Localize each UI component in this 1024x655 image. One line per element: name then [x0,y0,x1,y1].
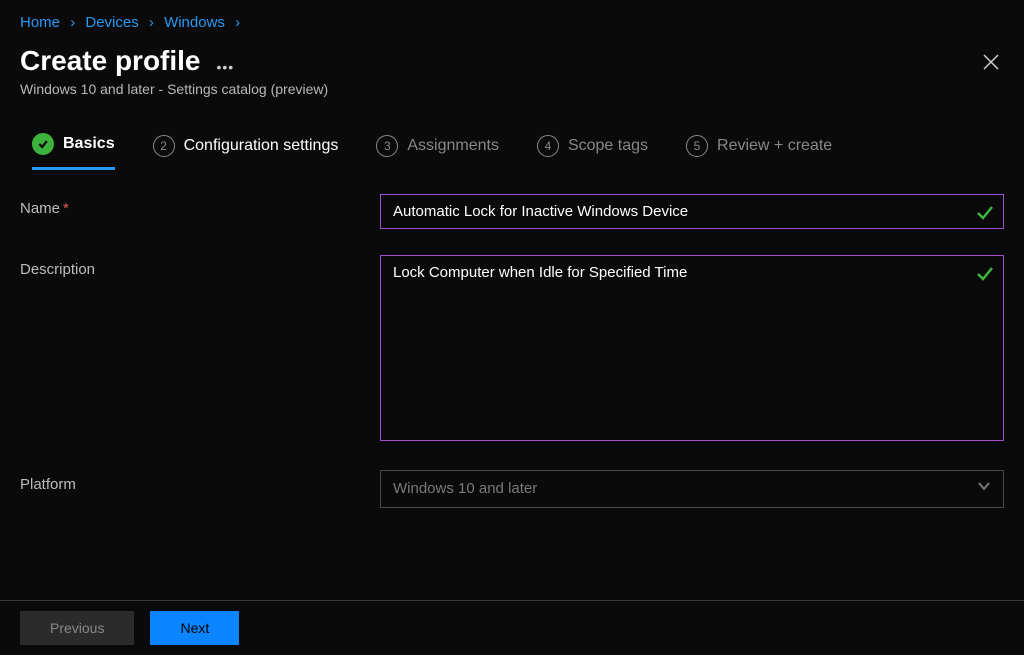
step-label: Scope tags [568,137,648,155]
required-indicator: * [63,200,69,217]
page-title: Create profile [20,45,201,77]
page-header: Create profile ••• [0,35,1024,81]
step-number-icon: 2 [153,135,175,157]
more-icon[interactable]: ••• [201,45,235,75]
checkmark-icon [976,204,994,225]
breadcrumb-windows[interactable]: Windows [164,14,225,31]
step-label: Assignments [407,137,499,155]
name-label: Name* [20,194,380,217]
step-scope-tags[interactable]: 4 Scope tags [537,135,648,169]
platform-label: Platform [20,470,380,493]
breadcrumb-devices[interactable]: Devices [85,14,138,31]
previous-button: Previous [20,611,134,645]
platform-select: Windows 10 and later [380,470,1004,508]
step-review-create[interactable]: 5 Review + create [686,135,832,169]
next-button[interactable]: Next [150,611,239,645]
chevron-right-icon: › [143,14,160,31]
page-subtitle: Windows 10 and later - Settings catalog … [0,81,1024,119]
step-configuration-settings[interactable]: 2 Configuration settings [153,135,339,169]
breadcrumb: Home › Devices › Windows › [0,0,1024,35]
step-number-icon: 4 [537,135,559,157]
step-assignments[interactable]: 3 Assignments [376,135,499,169]
step-label: Basics [63,135,115,153]
name-label-text: Name [20,200,60,217]
description-input[interactable]: Lock Computer when Idle for Specified Ti… [380,255,1004,441]
close-icon [982,53,1000,71]
checkmark-icon [32,133,54,155]
wizard-stepper: Basics 2 Configuration settings 3 Assign… [0,119,1024,170]
footer-bar: Previous Next [0,600,1024,655]
form-basics: Name* Description Lock Computer when Idl… [0,170,1024,508]
chevron-down-icon [977,479,991,499]
step-basics[interactable]: Basics [32,133,115,170]
step-number-icon: 3 [376,135,398,157]
checkmark-icon [976,265,994,286]
close-button[interactable] [982,45,1004,76]
breadcrumb-home[interactable]: Home [20,14,60,31]
chevron-right-icon: › [64,14,81,31]
step-label: Review + create [717,137,832,155]
name-input[interactable] [380,194,1004,229]
platform-value: Windows 10 and later [393,480,537,497]
step-number-icon: 5 [686,135,708,157]
chevron-right-icon: › [229,14,246,31]
description-label: Description [20,255,380,278]
step-label: Configuration settings [184,137,339,155]
